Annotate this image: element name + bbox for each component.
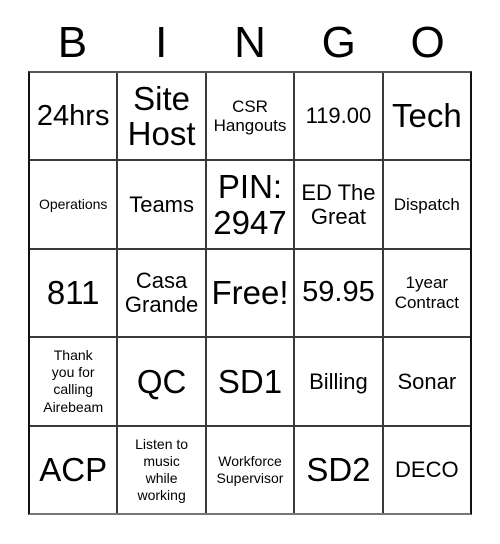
bingo-cell[interactable]: Tech bbox=[381, 73, 471, 160]
bingo-cell-label: PIN: 2947 bbox=[213, 167, 287, 241]
bingo-cell[interactable]: 59.95 bbox=[293, 249, 382, 337]
bingo-cell[interactable]: 119.00 bbox=[293, 73, 382, 160]
bingo-cell[interactable]: Teams bbox=[116, 161, 205, 248]
bingo-cell[interactable]: 24hrs bbox=[30, 73, 117, 160]
bingo-cell-label: Workforce Supervisor bbox=[216, 452, 284, 486]
bingo-cell[interactable]: Operations bbox=[30, 161, 117, 248]
bingo-cell[interactable]: SD2 bbox=[293, 426, 382, 514]
bingo-cell[interactable]: SD1 bbox=[204, 338, 294, 425]
bingo-cell[interactable]: Site Host bbox=[116, 73, 205, 160]
bingo-cell-label: Tech bbox=[391, 97, 462, 135]
bingo-row: 811 Casa Grande Free! 59.95 1year Contra… bbox=[30, 247, 471, 337]
bingo-cell[interactable]: ED The Great bbox=[293, 161, 382, 248]
bingo-cell-label: Free! bbox=[211, 274, 289, 312]
bingo-cell[interactable]: PIN: 2947 bbox=[204, 161, 294, 248]
bingo-cell-label: ED The Great bbox=[301, 179, 376, 229]
bingo-cell-label: Teams bbox=[129, 191, 194, 217]
bingo-cell-label: 1year Contract bbox=[394, 273, 459, 313]
bingo-cell[interactable]: ACP bbox=[30, 426, 117, 514]
bingo-header-letter-i: I bbox=[155, 17, 168, 67]
bingo-cell[interactable]: Workforce Supervisor bbox=[204, 426, 294, 514]
bingo-row: ACP Listen to music while working Workfo… bbox=[30, 424, 471, 514]
bingo-cell-label: SD2 bbox=[306, 451, 371, 489]
bingo-cell[interactable]: 1year Contract bbox=[381, 249, 471, 337]
bingo-cell[interactable]: QC bbox=[116, 338, 205, 425]
bingo-cell-label: Thank you for calling Airebeam bbox=[43, 347, 104, 415]
bingo-cell-label: SD1 bbox=[217, 362, 283, 400]
bingo-cell-label: 24hrs bbox=[36, 99, 110, 132]
bingo-cell-label: CSR Hangouts bbox=[213, 96, 287, 136]
bingo-cell[interactable]: Listen to music while working bbox=[116, 426, 205, 514]
bingo-header-letter-g: G bbox=[321, 17, 356, 67]
bingo-cell[interactable]: Billing bbox=[293, 338, 382, 425]
bingo-cell-label: 119.00 bbox=[305, 103, 372, 129]
bingo-cell-label: 59.95 bbox=[302, 276, 375, 309]
bingo-cell[interactable]: Casa Grande bbox=[116, 249, 205, 337]
bingo-cell-label: QC bbox=[136, 362, 187, 400]
bingo-cell-label: Listen to music while working bbox=[135, 435, 189, 503]
bingo-header-letter-b: B bbox=[57, 17, 88, 67]
bingo-cell-label: Site Host bbox=[127, 79, 196, 153]
bingo-cell-label: Dispatch bbox=[393, 194, 460, 214]
bingo-grid: 24hrs Site Host CSR Hangouts 119.00 Tech… bbox=[28, 71, 472, 515]
bingo-cell-label: Sonar bbox=[397, 368, 457, 394]
bingo-cell[interactable]: Dispatch bbox=[381, 161, 471, 248]
bingo-cell-label: ACP bbox=[39, 451, 108, 489]
bingo-cell[interactable]: 811 bbox=[30, 249, 117, 337]
bingo-cell[interactable]: Sonar bbox=[381, 338, 471, 425]
bingo-card: B I N G O 24hrs Site Host CSR Hangouts 1… bbox=[28, 14, 472, 515]
bingo-cell-label: Casa Grande bbox=[124, 268, 199, 318]
bingo-header-letter-o: O bbox=[410, 17, 445, 67]
bingo-cell-label: Operations bbox=[38, 196, 108, 213]
bingo-cell[interactable]: DECO bbox=[381, 426, 471, 514]
bingo-cell[interactable]: Thank you for calling Airebeam bbox=[30, 338, 117, 425]
bingo-cell-label: DECO bbox=[395, 456, 459, 482]
bingo-cell-free[interactable]: Free! bbox=[204, 249, 294, 337]
bingo-row: Thank you for calling Airebeam QC SD1 Bi… bbox=[30, 336, 471, 425]
bingo-cell-label: 811 bbox=[46, 274, 100, 312]
bingo-row: Operations Teams PIN: 2947 ED The Great … bbox=[30, 159, 471, 248]
bingo-cell[interactable]: CSR Hangouts bbox=[204, 73, 294, 160]
bingo-row: 24hrs Site Host CSR Hangouts 119.00 Tech bbox=[30, 73, 471, 160]
bingo-cell-label: Billing bbox=[309, 368, 368, 394]
bingo-header-row: B I N G O bbox=[28, 14, 472, 71]
bingo-header-letter-n: N bbox=[234, 17, 266, 67]
